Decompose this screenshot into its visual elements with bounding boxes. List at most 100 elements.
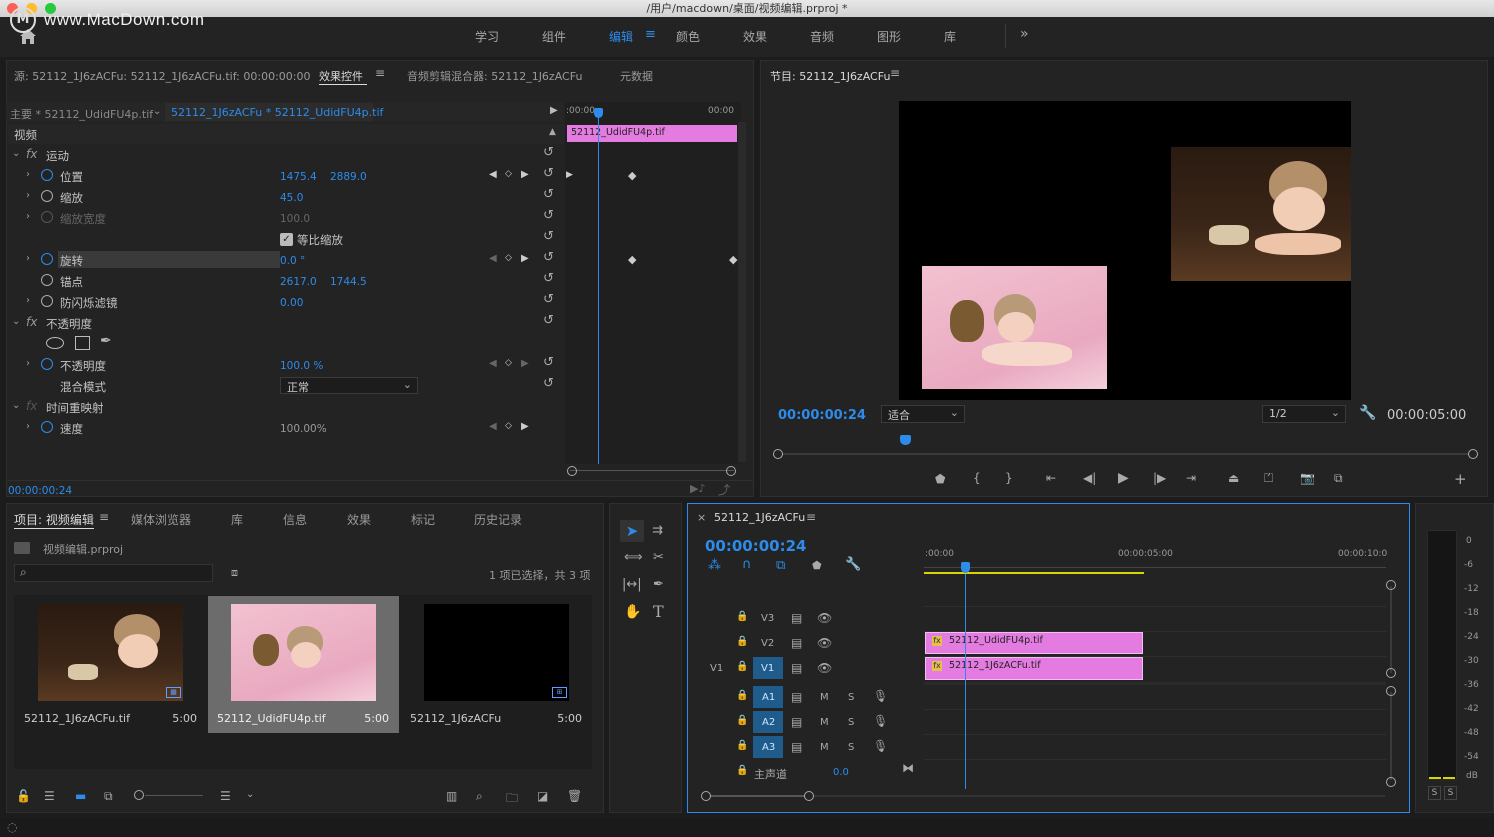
pen-tool-icon[interactable]: ✒ [653, 577, 664, 592]
expand-rotation-icon[interactable]: › [26, 253, 30, 264]
lock-icon[interactable]: 🔒 [736, 715, 748, 726]
keyframe-diamond-icon[interactable]: ◆ [628, 169, 636, 182]
workspace-tab-graphics[interactable]: 图形 [877, 28, 901, 45]
new-bin-icon[interactable]: 🗀 [506, 789, 518, 810]
lock-icon[interactable]: 🔒 [736, 611, 748, 622]
panel-menu-icon[interactable]: ≡ [890, 66, 900, 80]
reset-opacity-icon[interactable]: ↺ [543, 355, 554, 370]
clip-v1[interactable]: fx 52112_1J6zACFu.tif [925, 657, 1143, 680]
track-label-v2[interactable]: V2 [761, 638, 774, 649]
next-keyframe-icon[interactable]: ▶ [521, 358, 529, 369]
mini-scrollbar-track[interactable] [738, 122, 746, 462]
ripple-edit-tool-icon[interactable]: ⟺ [624, 550, 643, 565]
track-label-v3[interactable]: V3 [761, 613, 774, 624]
type-tool-icon[interactable]: T [653, 602, 664, 621]
uniform-scale-checkbox[interactable]: ✓ [280, 233, 293, 246]
icon-view-icon[interactable]: ▬ [75, 789, 86, 803]
tab-libraries[interactable]: 库 [231, 511, 243, 528]
comparison-view-icon[interactable]: ⧉ [1334, 471, 1343, 486]
lift-icon[interactable]: ⏏ [1228, 471, 1239, 485]
stopwatch-icon[interactable] [41, 274, 53, 286]
hand-tool-icon[interactable]: ✋ [624, 604, 641, 620]
lock-icon[interactable]: 🔒 [736, 765, 748, 776]
timeline-playhead-handle[interactable] [961, 562, 970, 573]
workspace-tab-effects[interactable]: 效果 [743, 28, 767, 45]
speed-value[interactable]: 100.00% [280, 423, 327, 435]
next-keyframe-icon[interactable]: ▶ [521, 169, 529, 180]
selection-tool-icon[interactable]: ➤ [620, 520, 644, 542]
expand-speed-icon[interactable]: › [26, 421, 30, 432]
breadcrumb-main[interactable]: 主要 * 52112_UdidFU4p.tif [10, 106, 153, 122]
reset-blend-icon[interactable]: ↺ [543, 376, 554, 391]
tab-project[interactable]: 项目: 视频编辑 [14, 511, 94, 528]
workspace-overflow-button[interactable]: » [1020, 26, 1029, 42]
export-icon[interactable]: ⤴ [718, 481, 730, 498]
workspace-tab-assembly[interactable]: 组件 [542, 28, 566, 45]
keyframe-marker-icon[interactable]: ▶ [566, 170, 573, 180]
project-item-selected[interactable]: 52112_UdidFU4p.tif 5:00 [208, 596, 399, 733]
resolution-select[interactable]: 1/2 ⌄ [1262, 405, 1346, 423]
position-x-value[interactable]: 1475.4 [280, 171, 317, 183]
linked-selection-icon[interactable]: ⧉ [776, 558, 785, 573]
work-area-bar[interactable] [924, 572, 1144, 574]
play-audio-icon[interactable]: ▶♪ [690, 482, 705, 495]
step-forward-icon[interactable]: |▶ [1153, 471, 1166, 485]
tab-source[interactable]: 源: 52112_1J6zACFu: 52112_1J6zACFu.tif: 0… [14, 68, 311, 84]
track-label-v1[interactable]: V1 [761, 663, 774, 674]
microphone-icon[interactable]: 🎙 [873, 689, 888, 703]
chevron-down-icon[interactable]: ⌄ [246, 789, 254, 800]
mini-playhead-handle[interactable] [594, 108, 603, 118]
new-search-bin-icon[interactable]: ⧈ [231, 566, 238, 580]
prev-keyframe-icon[interactable]: ◀ [489, 253, 497, 264]
overlay-image-pink[interactable] [922, 266, 1107, 389]
solo-right-button[interactable]: S [1444, 786, 1457, 800]
reset-opacity-section-icon[interactable]: ↺ [543, 313, 554, 328]
add-keyframe-icon[interactable]: ◇ [505, 169, 512, 179]
sort-icon[interactable]: ☰ [220, 789, 231, 803]
scroll-handle[interactable] [1386, 686, 1396, 696]
add-marker-icon[interactable]: ⬟ [935, 472, 945, 486]
timeline-timecode[interactable]: 00:00:00:24 [705, 537, 807, 555]
breadcrumb-sequence[interactable]: 52112_1J6zACFu * 52112_UdidFU4p.tif [171, 106, 383, 119]
stopwatch-icon[interactable] [41, 358, 53, 370]
stopwatch-icon[interactable] [41, 190, 53, 202]
panel-menu-icon[interactable]: ≡ [375, 66, 385, 80]
effect-controls-timecode[interactable]: 00:00:00:24 [8, 485, 72, 497]
wrench-icon[interactable]: 🔧 [1359, 405, 1376, 421]
scroll-handle[interactable] [1386, 777, 1396, 787]
tab-effect-controls[interactable]: 效果控件 [319, 68, 363, 84]
expand-scale-width-icon[interactable]: › [26, 211, 30, 222]
expand-opacity-value-icon[interactable]: › [26, 358, 30, 369]
program-monitor-title[interactable]: 节目: 52112_1J6zACFu [770, 68, 890, 84]
zoom-slider-track[interactable] [145, 795, 203, 796]
add-keyframe-icon[interactable]: ◇ [505, 253, 512, 263]
solo-a2-button[interactable]: S [848, 717, 854, 728]
chevron-down-icon[interactable]: ⌄ [153, 106, 161, 117]
play-icon[interactable]: ▶ [1118, 470, 1129, 486]
next-keyframe-icon[interactable]: ▶ [521, 253, 529, 264]
expand-time-remap-icon[interactable]: ⌄ [12, 400, 20, 411]
mute-a1-button[interactable]: M [820, 692, 829, 703]
fit-select[interactable]: 适合 ⌄ [881, 405, 965, 423]
hscroll-handle-left[interactable] [701, 791, 711, 801]
clip-v2[interactable]: fx 52112_UdidFU4p.tif [925, 632, 1143, 654]
button-editor-icon[interactable]: + [1454, 470, 1467, 488]
extract-icon[interactable]: ⏍ [1264, 471, 1273, 486]
expand-position-icon[interactable]: › [26, 169, 30, 180]
scroll-handle[interactable] [1386, 580, 1396, 590]
prev-keyframe-icon[interactable]: ◀ [489, 169, 497, 180]
microphone-icon[interactable]: 🎙 [873, 714, 888, 728]
tab-media-browser[interactable]: 媒体浏览器 [131, 511, 191, 528]
sync-lock-icon[interactable]: ▤ [791, 661, 802, 675]
audio-scrollbar[interactable] [1390, 692, 1392, 780]
blend-mode-select[interactable]: 正常 ⌄ [280, 377, 418, 394]
lock-icon[interactable]: 🔒 [736, 740, 748, 751]
keyframe-diamond-icon[interactable]: ◆ [729, 253, 737, 266]
pen-mask-icon[interactable]: ✒ [100, 333, 112, 349]
panel-menu-icon[interactable]: ≡ [99, 510, 109, 524]
workspace-tab-audio[interactable]: 音频 [810, 28, 834, 45]
zoom-handle-right[interactable] [726, 466, 736, 476]
reset-rotation-icon[interactable]: ↺ [543, 250, 554, 265]
reset-antiflicker-icon[interactable]: ↺ [543, 292, 554, 307]
sync-lock-icon[interactable]: ▤ [791, 690, 802, 704]
